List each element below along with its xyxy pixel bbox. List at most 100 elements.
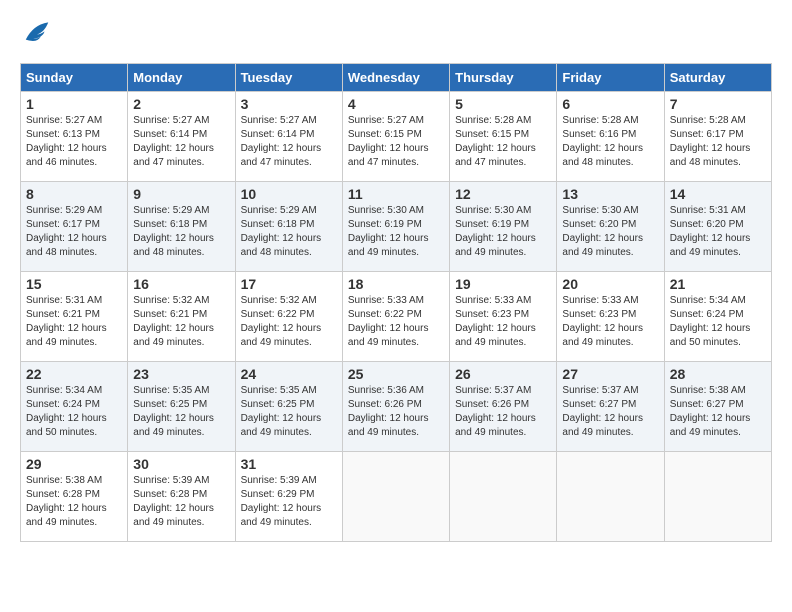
page-header <box>20 20 772 53</box>
day-info: Sunrise: 5:31 AM Sunset: 6:20 PM Dayligh… <box>670 204 766 260</box>
day-number: 17 <box>241 276 337 292</box>
day-number: 29 <box>26 456 122 472</box>
day-info: Sunrise: 5:39 AM Sunset: 6:28 PM Dayligh… <box>133 474 229 530</box>
day-info: Sunrise: 5:38 AM Sunset: 6:28 PM Dayligh… <box>26 474 122 530</box>
header-saturday: Saturday <box>664 64 771 92</box>
calendar-cell: 5 Sunrise: 5:28 AM Sunset: 6:15 PM Daylig… <box>450 92 557 182</box>
calendar-cell <box>450 452 557 542</box>
day-info: Sunrise: 5:33 AM Sunset: 6:23 PM Dayligh… <box>455 294 551 350</box>
day-number: 1 <box>26 96 122 112</box>
header-wednesday: Wednesday <box>342 64 449 92</box>
day-number: 8 <box>26 186 122 202</box>
week-row-1: 1 Sunrise: 5:27 AM Sunset: 6:13 PM Daylig… <box>21 92 772 182</box>
calendar-table: SundayMondayTuesdayWednesdayThursdayFrid… <box>20 63 772 542</box>
day-number: 27 <box>562 366 658 382</box>
calendar-cell: 17 Sunrise: 5:32 AM Sunset: 6:22 PM Dayli… <box>235 272 342 362</box>
calendar-cell: 11 Sunrise: 5:30 AM Sunset: 6:19 PM Dayli… <box>342 182 449 272</box>
header-sunday: Sunday <box>21 64 128 92</box>
day-info: Sunrise: 5:28 AM Sunset: 6:16 PM Dayligh… <box>562 114 658 170</box>
calendar-cell <box>664 452 771 542</box>
day-number: 25 <box>348 366 444 382</box>
calendar-cell: 13 Sunrise: 5:30 AM Sunset: 6:20 PM Dayli… <box>557 182 664 272</box>
day-info: Sunrise: 5:28 AM Sunset: 6:17 PM Dayligh… <box>670 114 766 170</box>
day-info: Sunrise: 5:33 AM Sunset: 6:23 PM Dayligh… <box>562 294 658 350</box>
day-info: Sunrise: 5:34 AM Sunset: 6:24 PM Dayligh… <box>26 384 122 440</box>
calendar-cell: 23 Sunrise: 5:35 AM Sunset: 6:25 PM Dayli… <box>128 362 235 452</box>
day-info: Sunrise: 5:29 AM Sunset: 6:18 PM Dayligh… <box>241 204 337 260</box>
day-number: 9 <box>133 186 229 202</box>
day-info: Sunrise: 5:32 AM Sunset: 6:22 PM Dayligh… <box>241 294 337 350</box>
day-number: 2 <box>133 96 229 112</box>
calendar-cell: 2 Sunrise: 5:27 AM Sunset: 6:14 PM Daylig… <box>128 92 235 182</box>
calendar-cell <box>557 452 664 542</box>
header-monday: Monday <box>128 64 235 92</box>
calendar-cell: 8Sunrise: 5:29 AM Sunset: 6:17 PM Daylig… <box>21 182 128 272</box>
calendar-cell <box>342 452 449 542</box>
day-info: Sunrise: 5:35 AM Sunset: 6:25 PM Dayligh… <box>133 384 229 440</box>
day-info: Sunrise: 5:30 AM Sunset: 6:20 PM Dayligh… <box>562 204 658 260</box>
calendar-cell: 4 Sunrise: 5:27 AM Sunset: 6:15 PM Daylig… <box>342 92 449 182</box>
calendar-cell: 21 Sunrise: 5:34 AM Sunset: 6:24 PM Dayli… <box>664 272 771 362</box>
day-number: 10 <box>241 186 337 202</box>
calendar-cell: 30 Sunrise: 5:39 AM Sunset: 6:28 PM Dayli… <box>128 452 235 542</box>
calendar-cell: 29 Sunrise: 5:38 AM Sunset: 6:28 PM Dayli… <box>21 452 128 542</box>
day-number: 15 <box>26 276 122 292</box>
calendar-cell: 28 Sunrise: 5:38 AM Sunset: 6:27 PM Dayli… <box>664 362 771 452</box>
calendar-cell: 19Sunrise: 5:33 AM Sunset: 6:23 PM Dayli… <box>450 272 557 362</box>
day-number: 11 <box>348 186 444 202</box>
day-number: 5 <box>455 96 551 112</box>
calendar-cell: 7 Sunrise: 5:28 AM Sunset: 6:17 PM Daylig… <box>664 92 771 182</box>
day-info: Sunrise: 5:37 AM Sunset: 6:27 PM Dayligh… <box>562 384 658 440</box>
day-number: 3 <box>241 96 337 112</box>
day-info: Sunrise: 5:32 AM Sunset: 6:21 PM Dayligh… <box>133 294 229 350</box>
week-row-3: 15 Sunrise: 5:31 AM Sunset: 6:21 PM Dayli… <box>21 272 772 362</box>
day-info: Sunrise: 5:37 AM Sunset: 6:26 PM Dayligh… <box>455 384 551 440</box>
calendar-cell: 1 Sunrise: 5:27 AM Sunset: 6:13 PM Daylig… <box>21 92 128 182</box>
calendar-header-row: SundayMondayTuesdayWednesdayThursdayFrid… <box>21 64 772 92</box>
day-number: 4 <box>348 96 444 112</box>
week-row-5: 29 Sunrise: 5:38 AM Sunset: 6:28 PM Dayli… <box>21 452 772 542</box>
calendar-cell: 26 Sunrise: 5:37 AM Sunset: 6:26 PM Dayli… <box>450 362 557 452</box>
calendar-cell: 14 Sunrise: 5:31 AM Sunset: 6:20 PM Dayli… <box>664 182 771 272</box>
day-info: Sunrise: 5:33 AM Sunset: 6:22 PM Dayligh… <box>348 294 444 350</box>
day-number: 24 <box>241 366 337 382</box>
day-info: Sunrise: 5:30 AM Sunset: 6:19 PM Dayligh… <box>455 204 551 260</box>
day-info: Sunrise: 5:28 AM Sunset: 6:15 PM Dayligh… <box>455 114 551 170</box>
day-number: 21 <box>670 276 766 292</box>
calendar-cell: 31Sunrise: 5:39 AM Sunset: 6:29 PM Dayli… <box>235 452 342 542</box>
day-info: Sunrise: 5:30 AM Sunset: 6:19 PM Dayligh… <box>348 204 444 260</box>
day-number: 30 <box>133 456 229 472</box>
day-info: Sunrise: 5:39 AM Sunset: 6:29 PM Dayligh… <box>241 474 337 530</box>
calendar-cell: 24Sunrise: 5:35 AM Sunset: 6:25 PM Dayli… <box>235 362 342 452</box>
day-number: 13 <box>562 186 658 202</box>
day-info: Sunrise: 5:29 AM Sunset: 6:18 PM Dayligh… <box>133 204 229 260</box>
calendar-cell: 27 Sunrise: 5:37 AM Sunset: 6:27 PM Dayli… <box>557 362 664 452</box>
day-number: 7 <box>670 96 766 112</box>
calendar-cell: 3Sunrise: 5:27 AM Sunset: 6:14 PM Daylig… <box>235 92 342 182</box>
day-number: 14 <box>670 186 766 202</box>
header-tuesday: Tuesday <box>235 64 342 92</box>
day-info: Sunrise: 5:27 AM Sunset: 6:15 PM Dayligh… <box>348 114 444 170</box>
day-number: 16 <box>133 276 229 292</box>
day-number: 26 <box>455 366 551 382</box>
calendar-cell: 16 Sunrise: 5:32 AM Sunset: 6:21 PM Dayli… <box>128 272 235 362</box>
day-info: Sunrise: 5:27 AM Sunset: 6:13 PM Dayligh… <box>26 114 122 170</box>
calendar-cell: 10 Sunrise: 5:29 AM Sunset: 6:18 PM Dayli… <box>235 182 342 272</box>
day-number: 18 <box>348 276 444 292</box>
day-number: 12 <box>455 186 551 202</box>
header-friday: Friday <box>557 64 664 92</box>
day-info: Sunrise: 5:27 AM Sunset: 6:14 PM Dayligh… <box>133 114 229 170</box>
calendar-cell: 20Sunrise: 5:33 AM Sunset: 6:23 PM Dayli… <box>557 272 664 362</box>
day-info: Sunrise: 5:36 AM Sunset: 6:26 PM Dayligh… <box>348 384 444 440</box>
day-number: 23 <box>133 366 229 382</box>
logo <box>20 20 52 53</box>
day-info: Sunrise: 5:31 AM Sunset: 6:21 PM Dayligh… <box>26 294 122 350</box>
calendar-cell: 25 Sunrise: 5:36 AM Sunset: 6:26 PM Dayli… <box>342 362 449 452</box>
calendar-cell: 15 Sunrise: 5:31 AM Sunset: 6:21 PM Dayli… <box>21 272 128 362</box>
day-info: Sunrise: 5:38 AM Sunset: 6:27 PM Dayligh… <box>670 384 766 440</box>
day-info: Sunrise: 5:34 AM Sunset: 6:24 PM Dayligh… <box>670 294 766 350</box>
calendar-cell: 6Sunrise: 5:28 AM Sunset: 6:16 PM Daylig… <box>557 92 664 182</box>
week-row-2: 8Sunrise: 5:29 AM Sunset: 6:17 PM Daylig… <box>21 182 772 272</box>
calendar-cell: 9 Sunrise: 5:29 AM Sunset: 6:18 PM Daylig… <box>128 182 235 272</box>
day-number: 28 <box>670 366 766 382</box>
